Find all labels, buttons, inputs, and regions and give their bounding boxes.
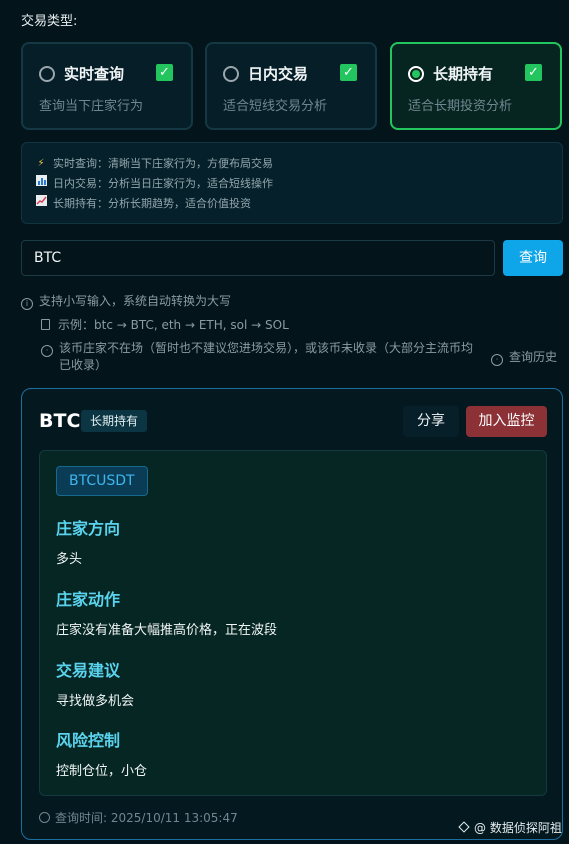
add-monitor-button[interactable]: 加入监控 <box>466 406 547 437</box>
section-value: 寻找做多机会 <box>56 694 135 709</box>
analysis-panel: BTCUSDT 庄家方向 多头 庄家动作 庄家没有准备大幅推高价格，正在波段 交… <box>39 450 547 796</box>
radio-selected-icon[interactable] <box>408 66 424 82</box>
section-heading: 庄家动作 <box>56 590 121 609</box>
trade-type-label: 交易类型: <box>21 14 78 29</box>
mode-badge: 长期持有 <box>81 410 148 432</box>
info-line: 日内交易：分析当日庄家行为，适合短线操作 <box>34 174 550 194</box>
warning-hint: · 该币庄家不在场（暂时也不建议您进场交易），或该币未收录（大部分主流币均 <box>41 341 473 357</box>
clock-icon: · <box>41 345 53 357</box>
checkbox-checked-icon[interactable]: ✓ <box>525 64 542 81</box>
example-hint: 示例：btc → BTC, eth → ETH, sol → SOL <box>41 316 289 333</box>
option-desc: 适合短线交易分析 <box>223 99 328 114</box>
share-button[interactable]: 分享 <box>403 406 459 437</box>
bar-chart-icon <box>34 174 48 194</box>
section-heading: 庄家方向 <box>56 519 121 538</box>
info-text: 实时查询：清晰当下庄家行为，方便布局交易 <box>53 157 273 170</box>
option-title: 实时查询 <box>64 65 125 83</box>
trade-type-option-realtime[interactable]: 实时查询 ✓ 查询当下庄家行为 <box>21 42 193 130</box>
hint-text: 该币庄家不在场（暂时也不建议您进场交易），或该币未收录（大部分主流币均 <box>59 341 474 355</box>
info-line: 长期持有：分析长期趋势，适合价值投资 <box>34 194 550 214</box>
hint-text: 示例：btc → BTC, eth → ETH, sol → SOL <box>58 318 289 332</box>
hint-text: 支持小写输入，系统自动转换为大写 <box>39 294 232 308</box>
watermark-text: @ 数据侦探阿祖 <box>474 821 562 835</box>
section-value: 多头 <box>56 552 83 567</box>
info-line: ⚡ 实时查询：清晰当下庄家行为，方便布局交易 <box>34 154 550 174</box>
uppercase-hint: i 支持小写输入，系统自动转换为大写 <box>21 292 231 310</box>
option-desc: 查询当下庄家行为 <box>39 99 144 114</box>
info-icon: i <box>21 298 33 310</box>
radio-icon[interactable] <box>223 66 239 82</box>
trade-type-info-box: ⚡ 实时查询：清晰当下庄家行为，方便布局交易 日内交易：分析当日庄家行为，适合短… <box>21 142 563 224</box>
info-text: 日内交易：分析当日庄家行为，适合短线操作 <box>53 177 273 190</box>
trend-chart-icon <box>34 194 48 214</box>
result-card: BTC 长期持有 分享 加入监控 BTCUSDT 庄家方向 多头 庄家动作 庄家… <box>21 388 563 840</box>
info-text: 长期持有：分析长期趋势，适合价值投资 <box>53 197 251 210</box>
radio-icon[interactable] <box>39 66 55 82</box>
coin-search-input[interactable]: BTC <box>21 240 495 276</box>
query-history-link[interactable]: · 查询历史 <box>491 348 557 366</box>
trade-type-option-longterm[interactable]: 长期持有 ✓ 适合长期投资分析 <box>390 42 562 130</box>
watermark: @ 数据侦探阿祖 <box>458 819 562 836</box>
option-desc: 适合长期投资分析 <box>408 99 513 114</box>
trading-pair-tag: BTCUSDT <box>56 466 148 496</box>
trade-type-option-intraday[interactable]: 日内交易 ✓ 适合短线交易分析 <box>205 42 377 130</box>
query-time: 查询时间: 2025/10/11 13:05:47 <box>39 809 238 826</box>
diamond-logo-icon <box>458 821 470 833</box>
lightning-icon: ⚡ <box>37 158 45 169</box>
section-heading: 风险控制 <box>56 731 121 750</box>
clock-icon: · <box>491 354 503 366</box>
checkbox-checked-icon[interactable]: ✓ <box>340 64 357 81</box>
section-value: 控制仓位，小仓 <box>56 764 148 779</box>
clock-icon <box>39 812 50 823</box>
checkbox-checked-icon[interactable]: ✓ <box>156 64 173 81</box>
section-value: 庄家没有准备大幅推高价格，正在波段 <box>56 623 278 638</box>
query-time-text: 查询时间: 2025/10/11 13:05:47 <box>55 811 238 825</box>
document-icon <box>41 319 50 330</box>
option-title: 长期持有 <box>433 65 494 83</box>
section-heading: 交易建议 <box>56 661 121 680</box>
history-text: 查询历史 <box>509 350 558 364</box>
query-button[interactable]: 查询 <box>503 240 563 276</box>
warning-hint-continued: 已收录） <box>59 358 108 372</box>
option-title: 日内交易 <box>248 65 309 83</box>
coin-symbol: BTC <box>39 410 81 432</box>
